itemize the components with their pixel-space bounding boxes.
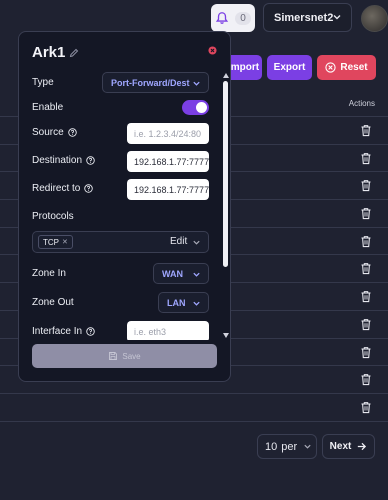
- destination-value: 192.168.1.77:7777: [134, 156, 209, 167]
- redirect-label: Redirect to: [32, 183, 81, 194]
- save-button[interactable]: Save: [32, 344, 217, 368]
- save-label: Save: [122, 351, 141, 361]
- trash-icon[interactable]: [360, 318, 372, 331]
- table-row: [0, 394, 388, 422]
- notification-count: 0: [235, 11, 251, 25]
- protocols-select[interactable]: TCP ✕ Edit: [32, 231, 209, 253]
- organization-select[interactable]: Simersnet2: [263, 3, 352, 32]
- zone-out-value: LAN: [167, 297, 186, 308]
- save-icon: [109, 352, 118, 360]
- trash-icon[interactable]: [360, 152, 372, 165]
- per-page-select[interactable]: 10 per: [257, 434, 317, 459]
- protocol-chip: TCP ✕: [38, 235, 73, 249]
- destination-label: Destination: [32, 155, 83, 166]
- toggle-knob: [196, 102, 207, 113]
- scroll-up-arrow[interactable]: [223, 73, 229, 78]
- trash-icon[interactable]: [360, 290, 372, 303]
- modal-scrollbar[interactable]: [222, 73, 229, 338]
- actions-column-header: Actions: [348, 99, 375, 108]
- scroll-down-arrow[interactable]: [223, 333, 229, 338]
- modal-form: Type Port-Forward/Dest Enable Source i.e…: [19, 72, 219, 340]
- rule-name: Ark1: [32, 44, 66, 61]
- interface-in-label: Interface In: [32, 326, 83, 337]
- type-select[interactable]: Port-Forward/Dest: [102, 72, 209, 93]
- trash-icon[interactable]: [360, 401, 372, 414]
- chevron-down-icon: [304, 444, 311, 449]
- enable-label: Enable: [32, 102, 64, 113]
- arrow-right-icon: [358, 442, 367, 451]
- source-label: Source: [32, 127, 64, 138]
- pencil-icon[interactable]: [69, 48, 79, 58]
- trash-icon[interactable]: [360, 373, 372, 386]
- help-icon[interactable]: [84, 184, 94, 193]
- bell-icon: [216, 12, 229, 24]
- next-page-button[interactable]: Next: [322, 434, 375, 459]
- zone-in-value: WAN: [162, 268, 183, 279]
- trash-icon[interactable]: [360, 235, 372, 248]
- trash-icon[interactable]: [360, 346, 372, 359]
- interface-in-input[interactable]: i.e. eth3: [127, 321, 209, 340]
- chevron-down-icon: [193, 272, 200, 277]
- trash-icon[interactable]: [360, 207, 372, 220]
- redirect-input[interactable]: 192.168.1.77:7777: [127, 179, 209, 200]
- zone-in-select[interactable]: WAN: [153, 263, 209, 284]
- type-label: Type: [32, 77, 54, 88]
- type-value: Port-Forward/Dest: [111, 77, 190, 88]
- remove-chip-icon[interactable]: ✕: [62, 238, 68, 246]
- protocols-label: Protocols: [32, 211, 74, 222]
- redirect-value: 192.168.1.77:7777: [134, 184, 209, 195]
- redirect-label-row: Redirect to: [32, 183, 94, 194]
- enable-toggle[interactable]: [182, 100, 209, 115]
- reset-label: Reset: [340, 62, 368, 73]
- zone-in-label: Zone In: [32, 268, 66, 279]
- modal-title: Ark1: [32, 44, 79, 61]
- source-placeholder: i.e. 1.2.3.4/24:80: [134, 128, 202, 139]
- destination-label-row: Destination: [32, 155, 95, 166]
- import-label: Import: [227, 62, 260, 73]
- organization-name: Simersnet2: [274, 11, 334, 24]
- per-page-suffix: per: [281, 440, 298, 453]
- trash-icon[interactable]: [360, 262, 372, 275]
- help-icon[interactable]: [67, 128, 77, 137]
- destination-input[interactable]: 192.168.1.77:7777: [127, 151, 209, 172]
- close-circle-icon: [325, 62, 337, 73]
- interface-in-label-row: Interface In: [32, 326, 95, 337]
- chevron-down-icon: [333, 15, 341, 20]
- protocols-edit: Edit: [170, 236, 188, 247]
- chevron-down-icon: [193, 81, 200, 86]
- chevron-down-icon: [193, 240, 200, 245]
- source-label-row: Source: [32, 127, 77, 138]
- export-button[interactable]: Export: [267, 55, 312, 80]
- interface-in-placeholder: i.e. eth3: [134, 326, 167, 337]
- zone-out-label: Zone Out: [32, 297, 74, 308]
- protocol-chip-label: TCP: [43, 237, 59, 247]
- rule-edit-modal: Ark1 Type Port-Forward/Dest Enable Sourc…: [18, 31, 231, 382]
- scrollbar-thumb[interactable]: [223, 81, 228, 267]
- next-label: Next: [329, 441, 352, 452]
- chevron-down-icon: [193, 301, 200, 306]
- help-icon[interactable]: [86, 327, 95, 336]
- close-icon[interactable]: [208, 46, 217, 55]
- zone-out-select[interactable]: LAN: [158, 292, 209, 313]
- source-input[interactable]: i.e. 1.2.3.4/24:80: [127, 123, 209, 144]
- reset-button[interactable]: Reset: [317, 55, 376, 80]
- avatar[interactable]: [361, 5, 388, 32]
- notifications-button[interactable]: 0: [211, 4, 255, 32]
- trash-icon[interactable]: [360, 124, 372, 137]
- per-page-value: 10: [265, 440, 278, 453]
- help-icon[interactable]: [86, 156, 95, 165]
- trash-icon[interactable]: [360, 179, 372, 192]
- export-label: Export: [273, 62, 306, 73]
